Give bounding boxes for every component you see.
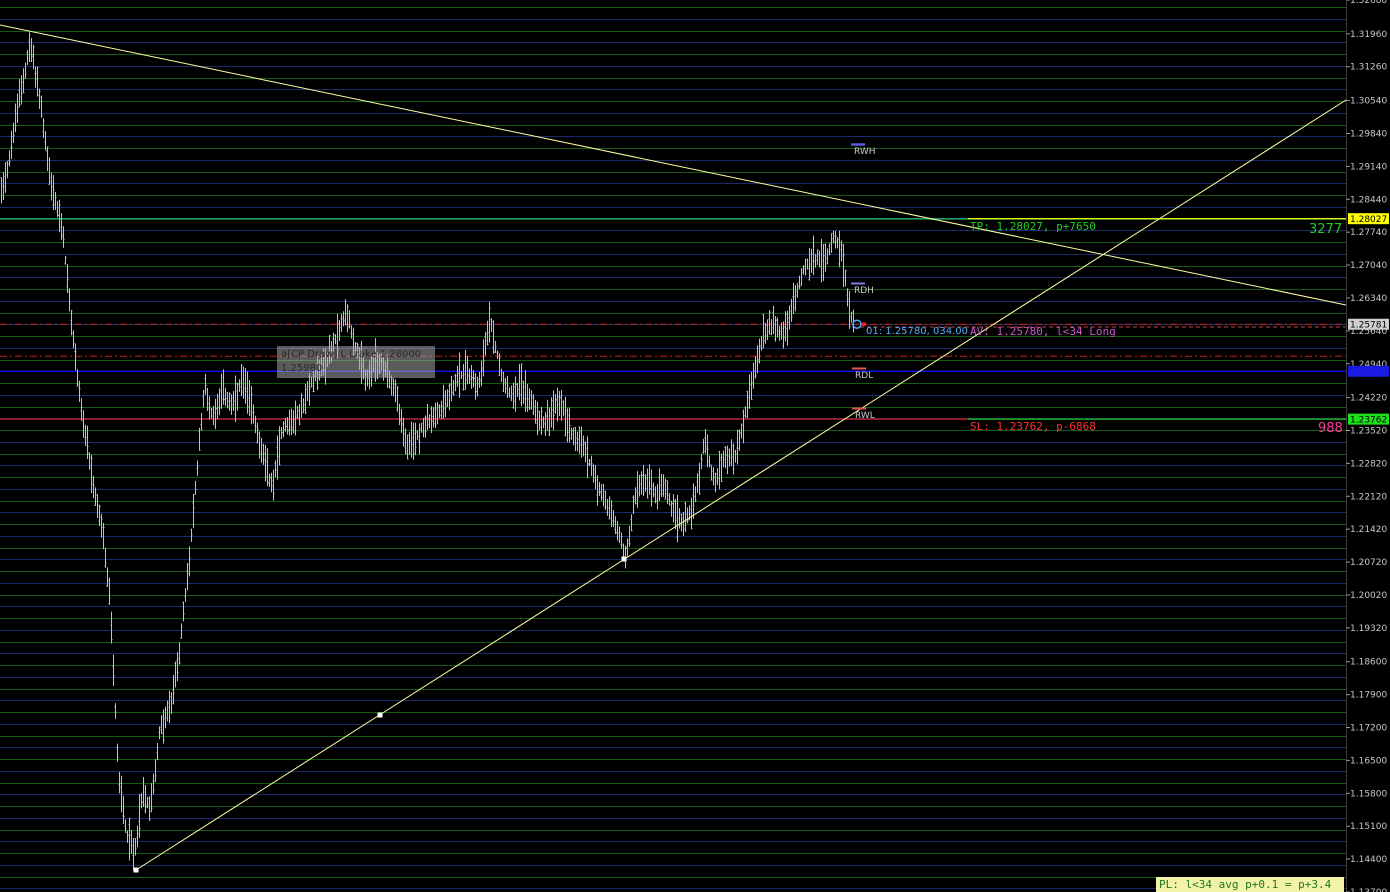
axis-tick-label: 1.30540 bbox=[1350, 97, 1387, 107]
tooltip-title: a[CP Draw] L Lrake 1.28000 bbox=[281, 349, 422, 360]
axis-tick-label: 1.28440 bbox=[1350, 195, 1387, 205]
price-chart[interactable]: 1.32680 1.31960 1.31260 1.30540 1.29840 1.291… bbox=[0, 0, 1390, 892]
axis-tick-label: 1.29140 bbox=[1350, 162, 1387, 172]
axis-tick-label: 1.27740 bbox=[1350, 228, 1387, 238]
sl-count: 988 bbox=[1318, 421, 1343, 436]
rdl-label: RDL bbox=[855, 371, 873, 381]
axis-tick-label: 1.15800 bbox=[1350, 789, 1387, 799]
axis-tick-label: 1.16500 bbox=[1350, 756, 1387, 766]
axis-tick-label: 1.32680 bbox=[1350, 0, 1387, 6]
axis-tick-label: 1.22120 bbox=[1350, 492, 1387, 502]
axis-tick-label: 1.20720 bbox=[1350, 558, 1387, 568]
sl-label: SL: 1.23762, p-6868 bbox=[970, 420, 1096, 433]
axis-marker-label: 1.28027 bbox=[1350, 215, 1387, 225]
axis-tick-label: 1.20020 bbox=[1350, 591, 1387, 601]
axis-tick-label: 1.13700 bbox=[1350, 888, 1387, 892]
axis-tick-label: 1.29840 bbox=[1350, 129, 1387, 139]
axis-tick-label: 1.27040 bbox=[1350, 261, 1387, 271]
avg-label: AV: 1.25780, l<34 Long bbox=[970, 325, 1116, 338]
axis-tick-label: 1.26340 bbox=[1350, 294, 1387, 304]
axis-marker-label: 1.23762 bbox=[1350, 416, 1387, 426]
axis-tick-label: 1.15100 bbox=[1350, 822, 1387, 832]
pl-status-bar: PL: l<34 avg p+0.1 = p+3.4 bbox=[1156, 877, 1344, 892]
chart-background bbox=[0, 0, 1390, 892]
tp-label: TP: 1.28027, p+7650 bbox=[970, 220, 1096, 233]
axis-tick-label: 1.14400 bbox=[1350, 855, 1387, 865]
tooltip-value: 1.25980 bbox=[281, 363, 323, 374]
axis-tick-label: 1.17900 bbox=[1350, 691, 1387, 701]
axis-tick-label: 1.19320 bbox=[1350, 624, 1387, 634]
order-label: 01: 1.25780, 034.00 bbox=[866, 326, 968, 337]
drawing-tooltip: a[CP Draw] L Lrake 1.28000 1.25980 bbox=[277, 346, 435, 378]
rwh-label: RWH bbox=[854, 147, 876, 157]
trendline-anchor bbox=[133, 867, 139, 873]
rwl-label: RWL bbox=[855, 411, 875, 421]
axis-marker-label: 1.24780 bbox=[1350, 368, 1387, 378]
axis-tick-label: 1.17200 bbox=[1350, 724, 1387, 734]
axis-tick-label: 1.31960 bbox=[1350, 30, 1387, 40]
axis-tick-label: 1.24220 bbox=[1350, 394, 1387, 404]
axis-marker-label: 1.25781 bbox=[1350, 321, 1387, 331]
trendline-anchor bbox=[621, 556, 627, 562]
axis-tick-label: 1.21420 bbox=[1350, 525, 1387, 535]
trendline-anchor bbox=[377, 712, 383, 718]
axis-tick-label: 1.23520 bbox=[1350, 426, 1387, 436]
axis-tick-label: 1.18600 bbox=[1350, 658, 1387, 668]
axis-tick-label: 1.31260 bbox=[1350, 63, 1387, 73]
rdh-label: RDH bbox=[854, 286, 874, 296]
tp-count: 3277 bbox=[1309, 222, 1342, 237]
axis-tick-label: 1.22820 bbox=[1350, 459, 1387, 469]
